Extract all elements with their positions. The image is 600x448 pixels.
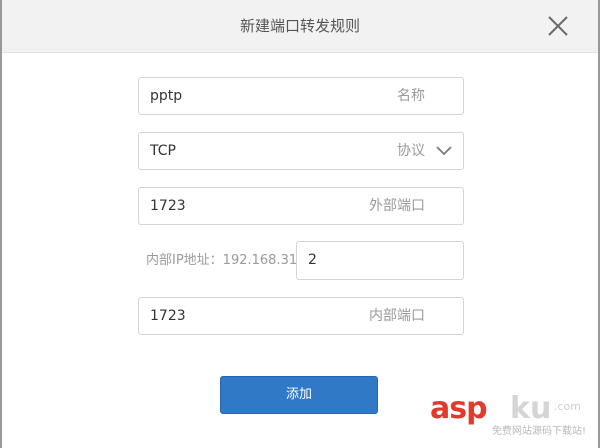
dialog-header: 新建端口转发规则 [0,0,600,53]
external-port-value: 1723 [150,198,186,214]
protocol-select[interactable]: TCP 协议 [138,132,464,170]
watermark-brand-b: ku [510,391,552,426]
close-button[interactable] [544,12,572,40]
watermark-brand-c: .com [554,400,581,413]
close-icon [548,16,568,36]
protocol-label: 协议 [397,143,425,159]
internal-ip-last-octet-input[interactable]: 2 [296,241,464,280]
internal-ip-last-octet-value: 2 [308,252,317,268]
background-window-edge-left [0,0,2,448]
protocol-value: TCP [150,143,176,159]
internal-port-label: 内部端口 [369,308,425,324]
name-label: 名称 [397,88,425,104]
external-port-label: 外部端口 [369,198,425,214]
internal-port-field[interactable]: 1723 内部端口 [138,297,464,335]
name-field[interactable]: pptp 名称 [138,77,464,115]
watermark-tagline: 免费网站源码下载站! [492,426,587,437]
port-forward-dialog: 新建端口转发规则 pptp 名称 TCP 协议 1723 外部端口 内部IP地址… [0,0,600,448]
watermark-brand-a: asp [430,391,488,426]
external-port-field[interactable]: 1723 外部端口 [138,187,464,225]
chevron-down-icon [436,146,452,156]
internal-port-value: 1723 [150,308,186,324]
dialog-title: 新建端口转发规则 [239,17,360,35]
add-button[interactable]: 添加 [220,376,378,414]
internal-ip-prefix-label: 内部IP地址：192.168.31. [146,253,302,268]
name-value: pptp [150,88,183,104]
watermark-logo: asp ku .com 免费网站源码下载站! [430,392,600,448]
